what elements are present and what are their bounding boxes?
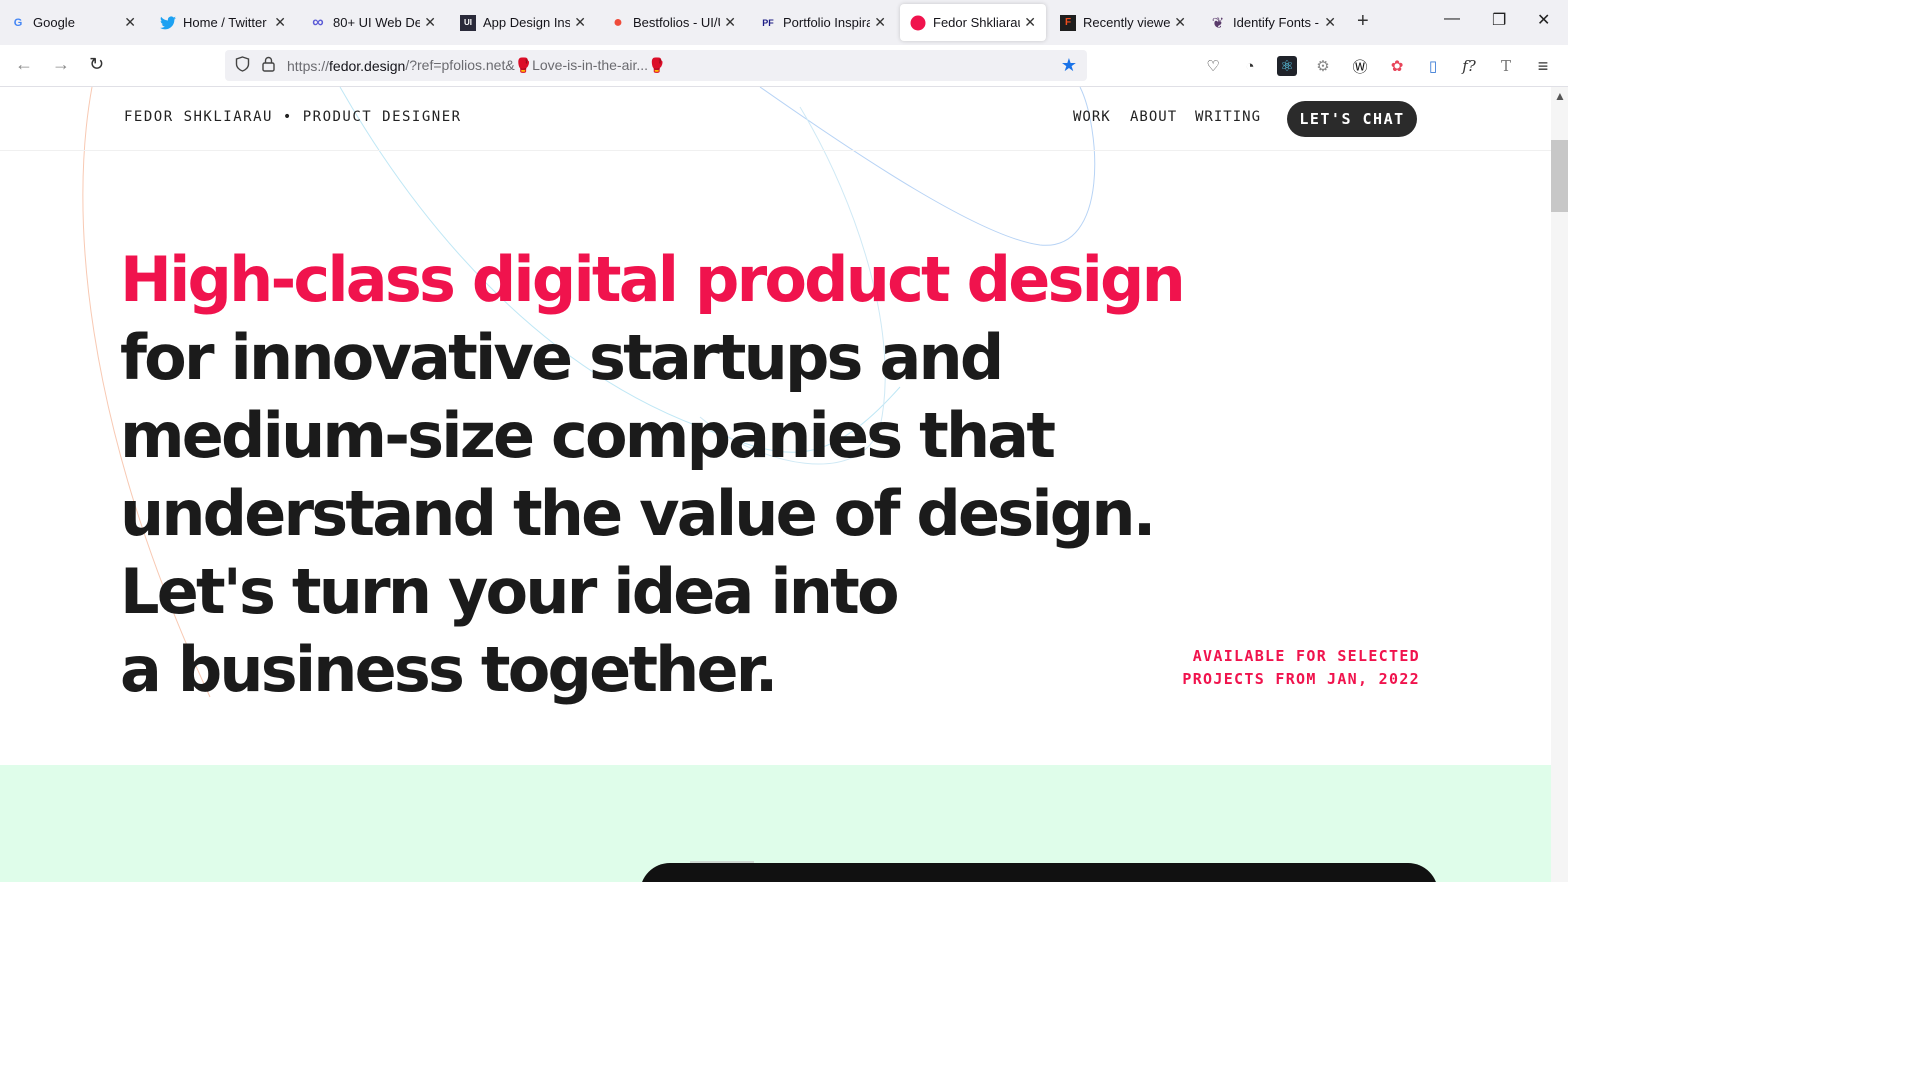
hero-headline: High-class digital product design for in…: [120, 241, 1186, 709]
hero-line: a business together.: [120, 633, 778, 706]
close-icon[interactable]: ✕: [124, 14, 136, 31]
wordpress-icon[interactable]: Ⓦ: [1350, 56, 1370, 76]
minimize-button[interactable]: —: [1444, 10, 1460, 28]
hero-line: understand the value of design.: [120, 477, 1156, 550]
tab-title: Bestfolios - UI/U: [633, 15, 721, 30]
close-icon[interactable]: ✕: [1024, 14, 1036, 31]
tab-twitter[interactable]: Home / Twitter ✕: [150, 4, 296, 41]
tab-title: 80+ UI Web Desi: [333, 15, 421, 30]
hero-accent-line: High-class digital product design: [120, 243, 1186, 316]
tab-identify-fonts[interactable]: ❦ Identify Fonts - T ✕: [1200, 4, 1346, 41]
scroll-thumb[interactable]: [1551, 140, 1568, 212]
tab-app-design-inspiration[interactable]: UI App Design Insp ✕: [450, 4, 596, 41]
tab-title: Recently viewed: [1083, 15, 1171, 30]
tab-title: App Design Insp: [483, 15, 571, 30]
page-scrollbar[interactable]: ▲: [1551, 87, 1568, 882]
bestfolios-icon: ●: [613, 13, 623, 31]
tab-google[interactable]: G Google ✕: [0, 4, 146, 41]
url-scheme: https://: [287, 57, 330, 74]
menu-icon[interactable]: ≡: [1533, 56, 1553, 76]
site-header: FEDOR SHKLIARAU • PRODUCT DESIGNER WORK …: [0, 87, 1551, 151]
tab-recently-viewed[interactable]: F Recently viewed ✕: [1050, 4, 1196, 41]
timer-icon[interactable]: ◔: [1240, 56, 1260, 76]
lock-icon[interactable]: [262, 56, 275, 75]
tab-ui-web-design[interactable]: ∞ 80+ UI Web Desi ✕: [300, 4, 446, 41]
tab-title: Home / Twitter: [183, 15, 267, 30]
close-icon[interactable]: ✕: [574, 14, 586, 31]
nav-work-link[interactable]: WORK: [1073, 109, 1111, 125]
close-icon[interactable]: ✕: [874, 14, 886, 31]
color-picker-icon[interactable]: ✿: [1387, 56, 1407, 76]
tab-title: Identify Fonts - T: [1233, 15, 1320, 30]
device-mockup: [640, 863, 1438, 882]
pocket-icon[interactable]: ♡: [1203, 56, 1223, 76]
tab-fedor-shkliarau[interactable]: Fedor Shkliarau ✕: [900, 4, 1046, 41]
close-icon[interactable]: ✕: [1324, 14, 1336, 31]
reader-icon[interactable]: ▯: [1423, 56, 1443, 76]
red-dot-icon: [910, 15, 926, 31]
fonts-icon: ❦: [1211, 14, 1225, 32]
site-brand[interactable]: FEDOR SHKLIARAU • PRODUCT DESIGNER: [124, 109, 462, 125]
tab-title: Portfolio Inspirat: [783, 15, 871, 30]
ui-square-icon: UI: [460, 14, 476, 31]
google-icon: G: [13, 16, 23, 29]
availability-note: AVAILABLE FOR SELECTED PROJECTS FROM JAN…: [1120, 645, 1420, 691]
lets-chat-button[interactable]: LET'S CHAT: [1287, 101, 1417, 137]
back-button[interactable]: ←: [15, 54, 33, 75]
availability-line: AVAILABLE FOR SELECTED: [1192, 647, 1420, 665]
gear-extension-icon[interactable]: ⚙: [1313, 56, 1333, 76]
navigation-toolbar: ← → ↻ https://fedor.design/?ref=pfolios.…: [0, 45, 1568, 87]
bookmark-star-icon[interactable]: ★: [1061, 55, 1077, 76]
close-icon[interactable]: ✕: [424, 14, 436, 31]
nav-about-link[interactable]: ABOUT: [1130, 109, 1177, 125]
tab-title: Fedor Shkliarau: [933, 15, 1021, 30]
font-identify-icon[interactable]: f?: [1459, 56, 1479, 76]
url-path: /?ref=pfolios.net&🥊Love-is-in-the-air...…: [405, 57, 666, 73]
infinity-icon: ∞: [312, 13, 324, 31]
address-bar[interactable]: https://fedor.design/?ref=pfolios.net&🥊L…: [225, 50, 1087, 81]
tab-strip: G Google ✕ Home / Twitter ✕ ∞ 80+ UI Web…: [0, 0, 1568, 45]
showcase-section: [0, 765, 1551, 882]
tab-portfolio-inspiration[interactable]: PF Portfolio Inspirat ✕: [750, 4, 896, 41]
new-tab-button[interactable]: +: [1357, 10, 1369, 33]
close-icon[interactable]: ✕: [724, 14, 736, 31]
hero-line: for innovative startups and: [120, 321, 1004, 394]
restore-button[interactable]: ❐: [1492, 10, 1506, 30]
text-icon[interactable]: T: [1496, 56, 1516, 76]
reload-button[interactable]: ↻: [89, 54, 104, 75]
forward-button[interactable]: →: [52, 54, 70, 75]
tab-title: Google: [33, 15, 75, 30]
hero-line: medium-size companies that: [120, 399, 1056, 472]
url-host: fedor.design: [329, 57, 406, 74]
scroll-up-icon[interactable]: ▲: [1554, 89, 1566, 103]
close-icon[interactable]: ✕: [274, 14, 286, 31]
react-devtools-icon[interactable]: ⚛: [1277, 56, 1297, 76]
web-page: FEDOR SHKLIARAU • PRODUCT DESIGNER WORK …: [0, 87, 1551, 882]
shield-icon[interactable]: [235, 56, 250, 75]
twitter-icon: [160, 15, 176, 31]
availability-line: PROJECTS FROM JAN, 2022: [1182, 670, 1420, 688]
window-close-button[interactable]: ✕: [1537, 10, 1550, 30]
figma-icon: F: [1060, 14, 1076, 31]
close-icon[interactable]: ✕: [1174, 14, 1186, 31]
tab-bestfolios[interactable]: ● Bestfolios - UI/U ✕: [600, 4, 746, 41]
pf-icon: PF: [762, 17, 774, 28]
hero-line: Let's turn your idea into: [120, 555, 900, 628]
nav-writing-link[interactable]: WRITING: [1195, 109, 1261, 125]
